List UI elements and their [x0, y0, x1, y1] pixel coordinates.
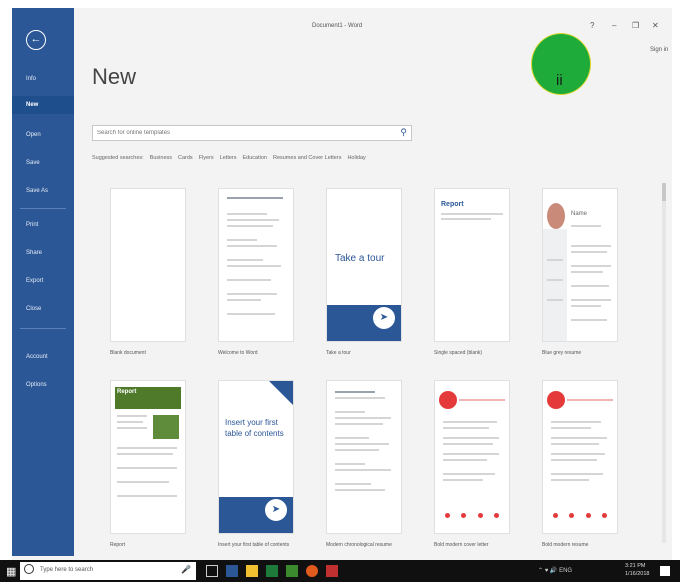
taskbar-clock[interactable]: 3:21 PM 1/16/2018 — [625, 562, 649, 578]
report-template-title: Report — [117, 389, 137, 395]
suggested-link-letters[interactable]: Letters — [220, 155, 237, 161]
template-label: Insert your first table of contents — [218, 542, 290, 548]
template-bold-cover-letter[interactable] — [434, 380, 510, 534]
taskbar-search-box[interactable]: Type here to search 🎤 — [20, 562, 196, 580]
backstage-sidebar: ← Info New Open Save Save As Print Share… — [12, 8, 74, 556]
sidebar-item-save-as[interactable]: Save As — [12, 182, 74, 200]
sidebar-item-save[interactable]: Save — [12, 154, 74, 172]
resume-photo — [547, 203, 565, 229]
template-label: Bold modern resume — [542, 542, 589, 548]
suggested-link-holiday[interactable]: Holiday — [347, 155, 365, 161]
template-scrollbar[interactable] — [662, 183, 666, 543]
suggested-searches-label: Suggested searches: — [92, 155, 144, 161]
browser-taskbar-icon[interactable] — [306, 565, 318, 577]
search-icon[interactable]: ⚲ — [400, 127, 407, 138]
word-taskbar-icon[interactable] — [226, 565, 238, 577]
clock-time: 3:21 PM — [625, 563, 646, 569]
suggested-link-business[interactable]: Business — [150, 155, 172, 161]
template-blue-grey-resume[interactable]: Name — [542, 188, 618, 342]
microphone-icon[interactable]: 🎤 — [181, 565, 191, 574]
template-label: Single spaced (blank) — [434, 350, 483, 356]
template-search-box: ⚲ — [92, 125, 412, 141]
suggested-link-education[interactable]: Education — [243, 155, 267, 161]
resume-name-text: Name — [571, 211, 588, 217]
template-single-spaced[interactable]: Report — [434, 188, 510, 342]
template-label: Report — [110, 542, 126, 548]
file-explorer-icon[interactable] — [246, 565, 258, 577]
template-label: Modern chronological resume — [326, 542, 392, 548]
excel-taskbar-icon[interactable] — [266, 565, 278, 577]
language-indicator[interactable]: ENG — [559, 568, 572, 574]
cortana-icon — [24, 564, 34, 574]
sidebar-item-share[interactable]: Share — [12, 244, 74, 262]
sidebar-item-account[interactable]: Account — [12, 348, 74, 366]
task-view-icon[interactable] — [206, 565, 218, 577]
scrollbar-thumb[interactable] — [662, 183, 666, 201]
sidebar-item-print[interactable]: Print — [12, 216, 74, 234]
back-arrow-icon[interactable]: ← — [26, 30, 46, 50]
windows-start-icon[interactable]: ▦ — [6, 565, 16, 578]
template-label: Take a tour — [326, 350, 351, 356]
suggested-link-resumes[interactable]: Resumes and Cover Letters — [273, 155, 341, 161]
template-chronological-resume[interactable] — [326, 380, 402, 534]
template-search-input[interactable] — [97, 128, 393, 138]
template-blank-document[interactable] — [110, 188, 186, 342]
tour-template-text: Take a tour — [335, 253, 385, 264]
close-icon[interactable]: ✕ — [652, 21, 659, 30]
suggested-searches: Suggested searches: Business Cards Flyer… — [92, 155, 366, 161]
sidebar-item-open[interactable]: Open — [12, 126, 74, 144]
system-tray[interactable]: ⌃ ♥ 🔊 ENG — [538, 567, 572, 574]
sign-in-link[interactable]: Sign in — [650, 47, 668, 53]
template-label: Welcome to Word — [218, 350, 258, 356]
template-report[interactable]: Report — [110, 380, 186, 534]
sidebar-divider — [20, 328, 66, 329]
help-icon[interactable]: ? — [590, 21, 594, 30]
page-title: New — [92, 64, 137, 89]
template-take-a-tour[interactable]: Take a tour ➤ — [326, 188, 402, 342]
annotation-marker-label: ii — [556, 72, 563, 89]
window-title: Document1 - Word — [312, 23, 363, 29]
restore-icon[interactable]: ❐ — [632, 21, 639, 30]
suggested-link-cards[interactable]: Cards — [178, 155, 193, 161]
sidebar-item-close[interactable]: Close — [12, 300, 74, 318]
template-label: Bold modern cover letter — [434, 542, 489, 548]
template-welcome-to-word[interactable] — [218, 188, 294, 342]
sidebar-item-export[interactable]: Export — [12, 272, 74, 290]
template-bold-resume[interactable] — [542, 380, 618, 534]
template-label: Blue grey resume — [542, 350, 582, 356]
word-backstage-window: ← Info New Open Save Save As Print Share… — [12, 8, 672, 560]
action-center-icon[interactable] — [660, 566, 670, 576]
arrow-right-icon: ➤ — [265, 499, 287, 521]
windows-taskbar: ▦ Type here to search 🎤 ⌃ ♥ 🔊 ENG 3:21 P… — [0, 560, 680, 582]
annotation-marker: ii — [531, 33, 591, 95]
suggested-link-flyers[interactable]: Flyers — [199, 155, 214, 161]
store-taskbar-icon[interactable] — [286, 565, 298, 577]
template-table-of-contents[interactable]: Insert your first table of contents ➤ — [218, 380, 294, 534]
sidebar-item-info[interactable]: Info — [12, 70, 74, 88]
taskbar-search-placeholder: Type here to search — [40, 567, 94, 573]
template-label: Blank document — [110, 350, 146, 356]
toc-template-text: Insert your first table of contents — [225, 418, 284, 438]
clock-date: 1/16/2018 — [625, 571, 650, 577]
app-taskbar-icon[interactable] — [326, 565, 338, 577]
minimize-icon[interactable]: – — [612, 21, 616, 30]
sidebar-item-options[interactable]: Options — [12, 376, 74, 394]
sidebar-item-new[interactable]: New — [12, 96, 74, 114]
arrow-right-icon: ➤ — [373, 307, 395, 329]
template-title-text: Report — [441, 201, 464, 208]
sidebar-divider — [20, 208, 66, 209]
